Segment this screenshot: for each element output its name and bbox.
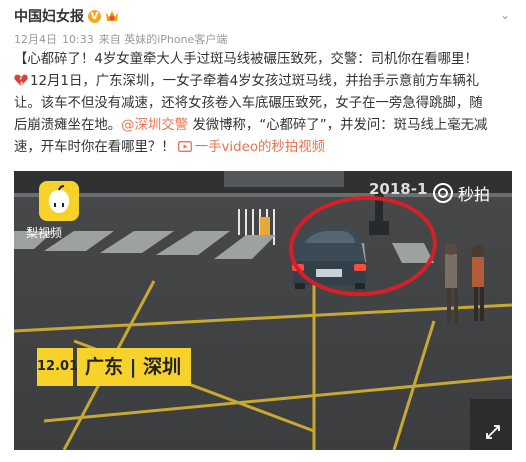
post-content: 【心都碎了！4岁女童牵大人手过斑马线被碾压致死，交警：司机你在看哪里！ 12月1… <box>14 49 514 159</box>
badge-location: 广东 | 深圳 <box>77 348 192 386</box>
author-name[interactable]: 中国妇女报 <box>14 6 84 26</box>
app-logo-icon <box>39 181 79 221</box>
post-text-line: 发微博称，“心都碎了”，并发问：斑马线上毫无减 <box>188 118 488 133</box>
post-headline: 【心都碎了！4岁女童牵大人手过斑马线被碾压致死，交警：司机你在看哪里！ <box>14 52 478 67</box>
video-timestamp: 2018-1 <box>369 180 428 198</box>
weibo-post: 中国妇女报 V ⌄ 12月4日 10:33 来自 英妹的iPhone客户端 【心都碎… <box>0 0 526 462</box>
post-text-line: 让。该车不但没有减速，还将女孩卷入车底碾压致死，女子在一旁急得跳脚，随 <box>14 96 483 111</box>
post-text-line: 后崩溃瘫坐在地。 <box>14 118 122 133</box>
video-link-icon[interactable] <box>177 141 192 152</box>
mention-link[interactable]: @深圳交警 <box>121 118 188 133</box>
verified-badge-icon: V <box>88 9 101 23</box>
watermark: 秒拍 <box>432 181 490 205</box>
watermark-text: 秒拍 <box>458 185 491 204</box>
location-badge: 12.01 广东 | 深圳 <box>37 348 192 386</box>
vip-member-icon <box>106 10 118 21</box>
post-time: 10:33 <box>62 33 94 46</box>
post-text-line: 12月1日，广东深圳，一女子牵着4岁女孩过斑马线，并抬手示意前方车辆礼 <box>30 74 480 89</box>
chevron-down-icon[interactable]: ⌄ <box>498 8 512 22</box>
broken-heart-icon <box>14 74 28 86</box>
video-link[interactable]: 一手video的秒拍视频 <box>195 140 325 155</box>
post-header: 中国妇女报 V ⌄ 12月4日 10:33 来自 英妹的iPhone客户端 <box>14 6 512 46</box>
camera-icon <box>433 183 453 203</box>
badge-date: 12.01 <box>37 348 78 386</box>
expand-icon[interactable] <box>485 424 501 440</box>
post-source[interactable]: 来自 英妹的iPhone客户端 <box>99 33 228 46</box>
video-player[interactable] <box>14 171 512 450</box>
post-date[interactable]: 12月4日 <box>14 33 57 46</box>
app-logo-label: 梨视频 <box>26 226 63 240</box>
post-meta: 12月4日 10:33 来自 英妹的iPhone客户端 <box>14 31 512 47</box>
post-text-line: 速，开车时你在看哪里？！ <box>14 140 175 155</box>
video-frame <box>14 171 512 450</box>
